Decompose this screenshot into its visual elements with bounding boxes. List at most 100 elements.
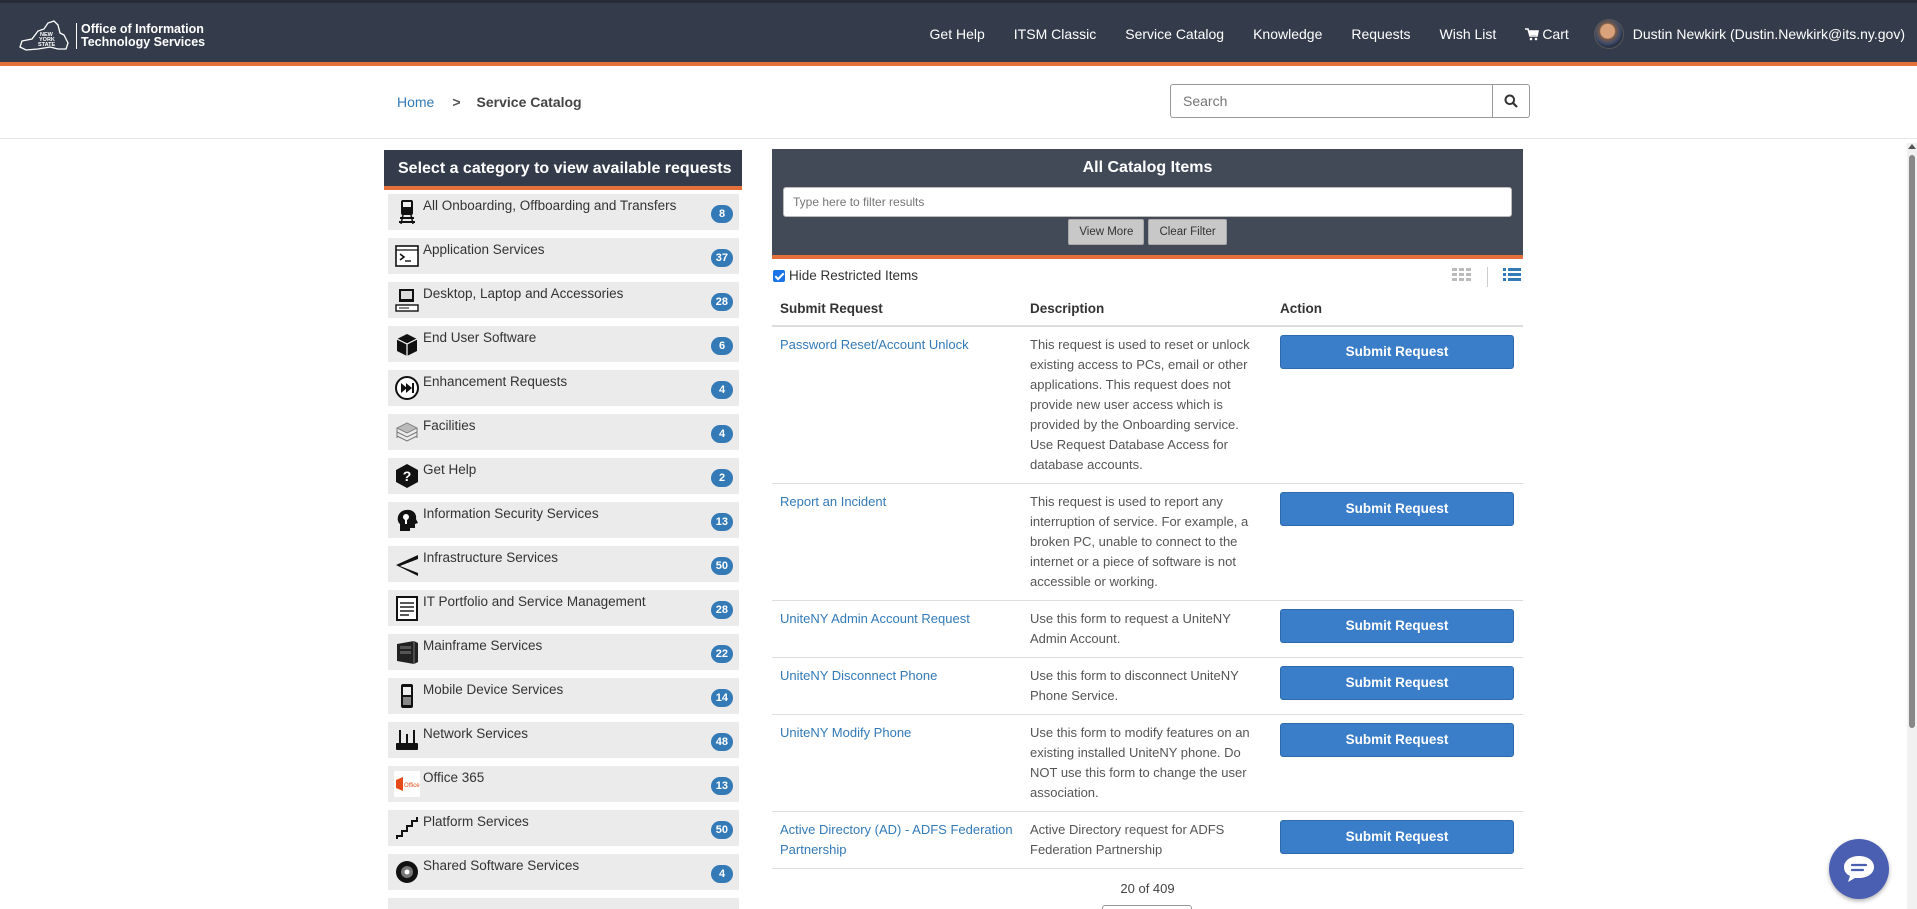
item-link[interactable]: UniteNY Disconnect Phone <box>780 668 937 683</box>
hide-restricted-label: Hide Restricted Items <box>789 268 919 283</box>
category-item-information-security[interactable]: Information Security Services 13 <box>388 502 739 538</box>
category-item-partial[interactable] <box>388 898 739 909</box>
category-label: Desktop, Laptop and Accessories <box>423 286 624 301</box>
category-label: Shared Software Services <box>423 858 580 873</box>
category-count-badge: 4 <box>711 381 733 399</box>
category-count-badge: 28 <box>710 601 733 619</box>
building-icon <box>394 417 420 447</box>
table-row: Report an Incident This request is used … <box>772 483 1523 601</box>
search-button[interactable] <box>1492 84 1530 118</box>
list-view-icon[interactable] <box>1503 268 1521 282</box>
clear-filter-button[interactable]: Clear Filter <box>1148 219 1227 245</box>
nav-itsm-classic[interactable]: ITSM Classic <box>1014 26 1096 42</box>
category-label: Infrastructure Services <box>423 550 559 565</box>
category-item-office-365[interactable]: Office Office 365 13 <box>388 766 739 802</box>
category-label: Office 365 <box>423 770 485 785</box>
category-item-onboarding[interactable]: All Onboarding, Offboarding and Transfer… <box>388 194 739 230</box>
table-row: Password Reset/Account Unlock This reque… <box>772 326 1523 484</box>
logo-line-2: Technology Services <box>81 35 206 49</box>
submit-request-button[interactable]: Submit Request <box>1280 666 1514 700</box>
category-item-mainframe[interactable]: Mainframe Services 22 <box>388 634 739 670</box>
pagination-count: 20 of 409 <box>1120 881 1175 896</box>
submit-request-button[interactable]: Submit Request <box>1280 335 1514 369</box>
filter-input[interactable] <box>783 187 1512 217</box>
terminal-window-icon <box>394 241 420 271</box>
item-link[interactable]: UniteNY Admin Account Request <box>780 611 970 626</box>
category-item-enhancement-requests[interactable]: Enhancement Requests 4 <box>388 370 739 406</box>
stairs-icon <box>394 813 420 843</box>
chat-button[interactable] <box>1829 839 1889 899</box>
avatar <box>1593 19 1624 49</box>
item-link[interactable]: Active Directory (AD) - ADFS Federation … <box>780 822 1013 857</box>
category-count-badge: 13 <box>710 513 733 531</box>
submit-request-button[interactable]: Submit Request <box>1280 609 1514 643</box>
nav-cart[interactable]: Cart <box>1525 26 1569 42</box>
category-item-end-user-software[interactable]: End User Software 6 <box>388 326 739 362</box>
cart-icon <box>1525 27 1540 40</box>
submit-request-button[interactable]: Submit Request <box>1280 723 1514 757</box>
train-icon <box>394 197 420 227</box>
search-input[interactable] <box>1170 84 1492 118</box>
user-menu[interactable]: Dustin Newkirk (Dustin.Newkirk@its.ny.go… <box>1593 19 1905 49</box>
category-item-get-help[interactable]: ? Get Help 2 <box>388 458 739 494</box>
nav-service-catalog[interactable]: Service Catalog <box>1125 26 1224 42</box>
item-link[interactable]: Report an Incident <box>780 494 886 509</box>
category-list: All Onboarding, Offboarding and Transfer… <box>384 190 742 909</box>
breadcrumb-separator: > <box>452 94 461 110</box>
nav-wish-list[interactable]: Wish List <box>1440 26 1497 42</box>
category-count-badge: 6 <box>711 337 733 355</box>
item-link[interactable]: Password Reset/Account Unlock <box>780 337 969 352</box>
options-row: Hide Restricted Items <box>772 263 1523 289</box>
category-item-facilities[interactable]: Facilities 4 <box>388 414 739 450</box>
fast-forward-icon <box>394 373 420 403</box>
page-scrollbar-thumb[interactable] <box>1909 155 1915 728</box>
hide-restricted-checkbox[interactable] <box>773 270 785 282</box>
category-label: Application Services <box>423 242 545 257</box>
breadcrumb-current: Service Catalog <box>476 94 582 110</box>
item-link[interactable]: UniteNY Modify Phone <box>780 725 911 740</box>
disc-icon <box>394 857 420 887</box>
category-item-shared-software[interactable]: Shared Software Services 4 <box>388 854 739 890</box>
category-item-network[interactable]: Network Services 48 <box>388 722 739 758</box>
grid-view-icon[interactable] <box>1452 268 1472 282</box>
submit-request-button[interactable]: Submit Request <box>1280 820 1514 854</box>
category-label: All Onboarding, Offboarding and Transfer… <box>423 198 677 213</box>
category-item-infrastructure[interactable]: Infrastructure Services 50 <box>388 546 739 582</box>
nav-requests[interactable]: Requests <box>1351 26 1410 42</box>
breadcrumb-home[interactable]: Home <box>397 94 434 110</box>
column-header-description: Description <box>1022 289 1272 327</box>
category-count-badge: 50 <box>710 557 733 575</box>
mobile-phone-icon <box>394 681 420 711</box>
nav-cart-label: Cart <box>1542 26 1569 42</box>
svg-text:?: ? <box>403 468 412 484</box>
nav-get-help[interactable]: Get Help <box>930 26 985 42</box>
svg-text:Office: Office <box>404 783 420 789</box>
view-toggle-divider <box>1487 267 1488 287</box>
nys-its-logo[interactable]: NEW YORK STATE Office of Information Tec… <box>18 19 205 53</box>
item-description: This request is used to report any inter… <box>1022 483 1272 601</box>
search-icon <box>1504 94 1518 108</box>
item-description: This request is used to reset or unlock … <box>1022 326 1272 484</box>
category-label: Network Services <box>423 726 529 741</box>
category-item-desktop-laptop[interactable]: Desktop, Laptop and Accessories 28 <box>388 282 739 318</box>
table-row: Active Directory (AD) - ADFS Federation … <box>772 811 1523 869</box>
category-item-it-portfolio[interactable]: IT Portfolio and Service Management 28 <box>388 590 739 626</box>
desktop-computer-icon <box>394 285 420 315</box>
category-item-platform[interactable]: Platform Services 50 <box>388 810 739 846</box>
category-item-mobile-device[interactable]: Mobile Device Services 14 <box>388 678 739 714</box>
svg-text:STATE: STATE <box>38 42 56 48</box>
category-panel-header: Select a category to view available requ… <box>384 150 742 190</box>
table-row: UniteNY Disconnect Phone Use this form t… <box>772 657 1523 715</box>
pagination-button[interactable] <box>1102 905 1192 909</box>
category-label: Mobile Device Services <box>423 682 564 697</box>
category-item-application-services[interactable]: Application Services 37 <box>388 238 739 274</box>
scroll-up-arrow-icon[interactable] <box>1908 144 1916 149</box>
category-label: Mainframe Services <box>423 638 543 653</box>
nav-knowledge[interactable]: Knowledge <box>1253 26 1322 42</box>
table-row: UniteNY Admin Account Request Use this f… <box>772 600 1523 658</box>
view-more-button[interactable]: View More <box>1068 219 1145 245</box>
category-count-badge: 22 <box>710 645 733 663</box>
submit-request-button[interactable]: Submit Request <box>1280 492 1514 526</box>
category-count-badge: 8 <box>711 205 733 223</box>
catalog-header: All Catalog Items View More Clear Filter <box>772 149 1523 259</box>
